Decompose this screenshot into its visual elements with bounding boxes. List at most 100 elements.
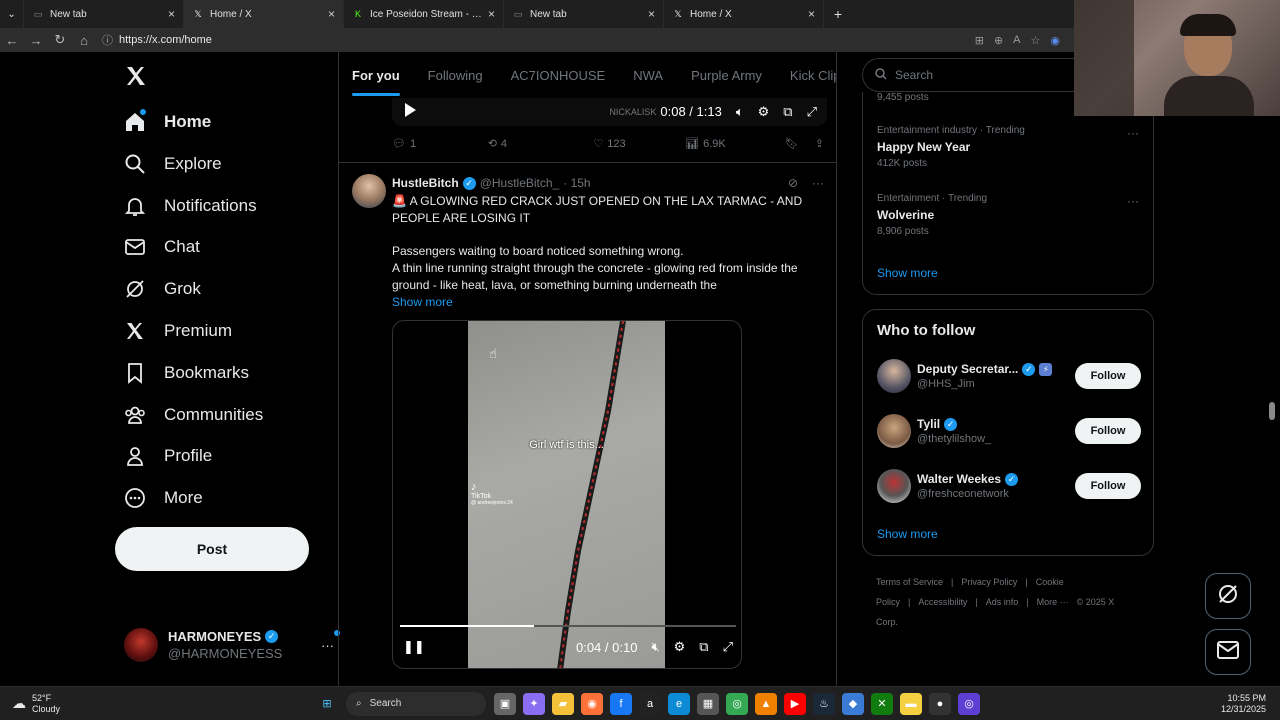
grok-button[interactable] bbox=[1205, 573, 1251, 619]
fullscreen-icon[interactable]: ⤢ bbox=[723, 639, 733, 655]
trend-more-icon[interactable]: ··· bbox=[1127, 194, 1139, 208]
app-available-icon[interactable]: ⊞ bbox=[975, 34, 984, 47]
sidebar-item-explore[interactable]: Explore bbox=[124, 153, 222, 175]
page-scrollbar[interactable] bbox=[1269, 402, 1275, 420]
share-icon[interactable]: ⇪ bbox=[815, 137, 824, 150]
post-more-icon[interactable]: ··· bbox=[812, 176, 824, 190]
app-icon[interactable]: ◎ bbox=[958, 692, 980, 715]
pip-icon[interactable]: ⧉ bbox=[699, 639, 708, 655]
account-more-icon[interactable]: ··· bbox=[321, 629, 340, 653]
file-explorer-icon[interactable]: ▰ bbox=[552, 692, 574, 715]
weather-widget[interactable]: ☁ 52°F Cloudy bbox=[12, 693, 302, 715]
facebook-icon[interactable]: f bbox=[610, 692, 632, 715]
close-icon[interactable]: × bbox=[328, 7, 335, 21]
show-more-link[interactable]: Show more bbox=[392, 294, 812, 311]
browser-tab[interactable]: K Ice Poseidon Stream - Watch Li × bbox=[344, 0, 504, 28]
avatar[interactable] bbox=[877, 469, 911, 503]
edge-icon[interactable]: e bbox=[668, 692, 690, 715]
footer-link[interactable]: More ··· bbox=[1037, 597, 1069, 607]
sidebar-item-more[interactable]: More bbox=[124, 487, 203, 509]
play-icon[interactable] bbox=[402, 102, 418, 121]
copilot-icon[interactable]: ✦ bbox=[523, 692, 545, 715]
footer-link[interactable]: Privacy Policy bbox=[961, 577, 1017, 587]
new-tab-button[interactable]: + bbox=[824, 0, 852, 28]
close-icon[interactable]: × bbox=[488, 7, 495, 21]
sidebar-item-profile[interactable]: Profile bbox=[124, 445, 212, 467]
tab-kick-clips[interactable]: Kick Clips bbox=[790, 68, 836, 83]
video-player[interactable]: NICKALISK 0:08 / 1:13 🔈︎ ⚙ ⧉ ⤢ bbox=[392, 98, 827, 126]
back-button[interactable]: ← bbox=[0, 33, 24, 48]
follow-suggestion[interactable]: Deputy Secretar... ✓ ⚡ @HHS_Jim Follow bbox=[877, 356, 1141, 396]
video-player[interactable]: Girl wtf is this... ♪ TikTok @ andrewjon… bbox=[392, 320, 742, 669]
close-icon[interactable]: × bbox=[168, 7, 175, 21]
views-button[interactable]: 📊︎ 6.9K bbox=[685, 137, 785, 151]
volume-icon[interactable]: 🔈︎ bbox=[736, 104, 744, 120]
favorite-star-icon[interactable]: ☆ bbox=[1031, 34, 1041, 47]
follow-button[interactable]: Follow bbox=[1075, 418, 1141, 444]
follow-button[interactable]: Follow bbox=[1075, 473, 1141, 499]
grok-icon[interactable]: ⊘ bbox=[788, 176, 798, 190]
vlc-icon[interactable]: ▲ bbox=[755, 692, 777, 715]
settings-gear-icon[interactable]: ⚙ bbox=[758, 104, 770, 120]
amazon-icon[interactable]: a bbox=[639, 692, 661, 715]
close-icon[interactable]: × bbox=[808, 7, 815, 21]
zoom-icon[interactable]: ⊕ bbox=[994, 34, 1003, 47]
post-handle[interactable]: @HustleBitch_ bbox=[480, 176, 560, 190]
sidebar-item-bookmarks[interactable]: Bookmarks bbox=[124, 362, 249, 384]
tab-list-button[interactable]: ⌄ bbox=[0, 0, 24, 28]
site-info-icon[interactable]: ⓘ bbox=[102, 32, 113, 48]
search-input[interactable]: Search bbox=[862, 58, 1074, 92]
reload-button[interactable]: ↻ bbox=[48, 32, 72, 48]
trend-item[interactable]: Entertainment industry · Trending Happy … bbox=[877, 125, 1025, 169]
tab-nwa[interactable]: NWA bbox=[633, 68, 663, 83]
follow-suggestion[interactable]: Walter Weekes ✓ @freshceonetwork Follow bbox=[877, 466, 1141, 506]
sidebar-item-grok[interactable]: Grok bbox=[124, 278, 201, 300]
close-icon[interactable]: × bbox=[648, 7, 655, 21]
footer-link[interactable]: Accessibility bbox=[918, 597, 967, 607]
url-field[interactable]: ⓘ https://x.com/home bbox=[102, 32, 975, 48]
post-author[interactable]: HustleBitch bbox=[392, 176, 459, 190]
settings-gear-icon[interactable]: ⚙ bbox=[674, 639, 686, 655]
sidebar-item-premium[interactable]: Premium bbox=[124, 320, 232, 342]
app-icon[interactable]: ◆ bbox=[842, 692, 864, 715]
sticky-notes-icon[interactable]: ▬ bbox=[900, 692, 922, 715]
tab-ac7ionhouse[interactable]: AC7IONHOUSE bbox=[511, 68, 606, 83]
footer-link[interactable]: Terms of Service bbox=[876, 577, 943, 587]
browser-tab[interactable]: ▭ New tab × bbox=[24, 0, 184, 28]
avatar[interactable] bbox=[352, 174, 386, 208]
x-logo-icon[interactable] bbox=[124, 64, 148, 93]
pause-icon[interactable]: ❚❚ bbox=[403, 639, 425, 655]
home-button[interactable]: ⌂ bbox=[72, 33, 96, 48]
xbox-icon[interactable]: ✕ bbox=[871, 692, 893, 715]
like-button[interactable]: ♡ 123 bbox=[593, 137, 685, 151]
calculator-icon[interactable]: ▦ bbox=[697, 692, 719, 715]
trend-item[interactable]: Entertainment · Trending Wolverine 8,906… bbox=[877, 193, 987, 237]
tab-purple-army[interactable]: Purple Army bbox=[691, 68, 762, 83]
pip-icon[interactable]: ⧉ bbox=[783, 104, 792, 120]
browser-tab[interactable]: 𝕏 Home / X × bbox=[664, 0, 824, 28]
read-aloud-icon[interactable]: A bbox=[1013, 34, 1020, 47]
mute-icon[interactable]: 🔇︎ bbox=[651, 639, 659, 655]
tab-for-you[interactable]: For you bbox=[352, 68, 400, 96]
avatar[interactable] bbox=[877, 359, 911, 393]
follow-show-more[interactable]: Show more bbox=[877, 527, 938, 541]
reply-button[interactable]: 💬︎ 1 bbox=[392, 137, 488, 151]
sidebar-item-chat[interactable]: Chat bbox=[124, 236, 200, 258]
fullscreen-icon[interactable]: ⤢ bbox=[807, 104, 817, 120]
account-switcher[interactable]: HARMONEYES ✓ @HARMONEYESS ··· bbox=[124, 628, 340, 662]
repost-button[interactable]: ⟲ 4 bbox=[488, 137, 594, 151]
tab-following[interactable]: Following bbox=[428, 68, 483, 83]
sidebar-item-notifications[interactable]: Notifications bbox=[124, 195, 257, 217]
avatar[interactable] bbox=[877, 414, 911, 448]
obs-icon[interactable]: ● bbox=[929, 692, 951, 715]
taskbar-search[interactable]: ⌕ Search bbox=[346, 691, 486, 716]
follow-button[interactable]: Follow bbox=[1075, 363, 1141, 389]
task-view-icon[interactable]: ▣ bbox=[494, 692, 516, 715]
post-time[interactable]: · 15h bbox=[563, 176, 590, 190]
windows-start-icon[interactable]: ⊞ bbox=[316, 693, 338, 715]
forward-button[interactable]: → bbox=[24, 33, 48, 48]
browser-tab[interactable]: 𝕏 Home / X × bbox=[184, 0, 344, 28]
video-progress-track[interactable] bbox=[400, 625, 736, 627]
sidebar-item-communities[interactable]: Communities bbox=[124, 404, 263, 426]
browser-tab[interactable]: ▭ New tab × bbox=[504, 0, 664, 28]
